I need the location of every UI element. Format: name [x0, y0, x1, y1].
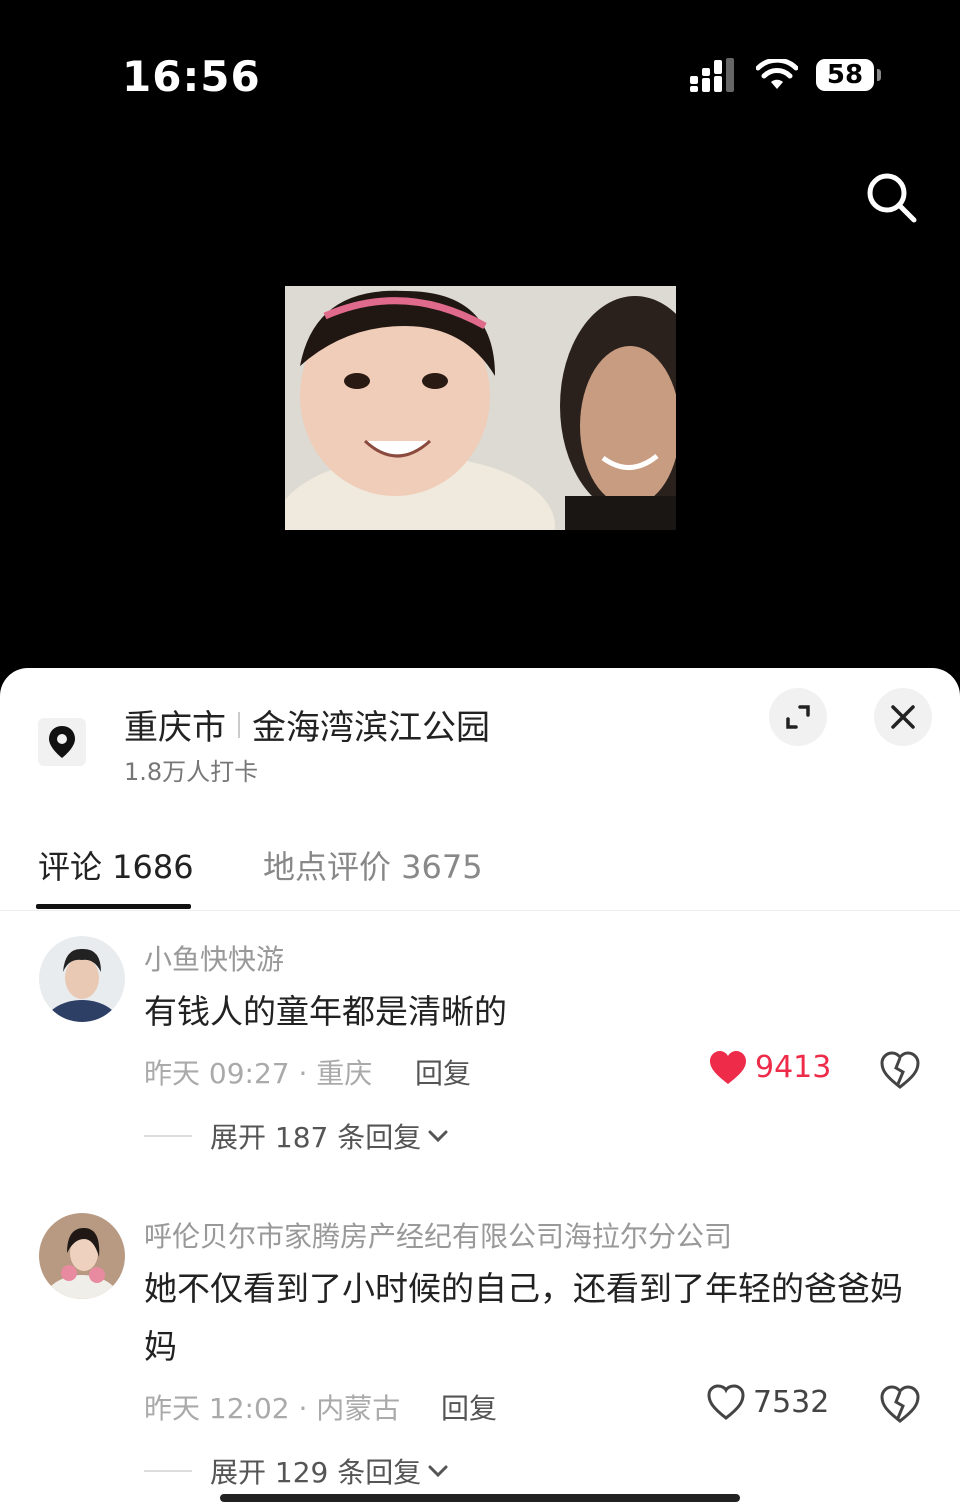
divider-line	[144, 1470, 192, 1472]
like-count: 7532	[753, 1384, 830, 1420]
divider-line	[144, 1135, 192, 1137]
video-thumbnail[interactable]	[285, 286, 676, 530]
search-icon[interactable]	[862, 168, 922, 228]
wifi-icon	[756, 59, 798, 89]
signal-icon	[690, 58, 734, 92]
expand-replies-label: 展开 187 条回复	[210, 1121, 422, 1154]
heart-icon	[707, 1384, 745, 1420]
comment-meta: 昨天 09:27 · 重庆	[144, 1057, 373, 1090]
tab-indicator	[36, 904, 191, 909]
reply-button[interactable]: 回复	[441, 1387, 497, 1427]
dislike-icon[interactable]	[880, 1384, 920, 1424]
tab-bar: 评论 1686 地点评价 3675	[0, 830, 960, 911]
location-place: 金海湾滨江公园	[252, 708, 490, 748]
comment-meta: 昨天 12:02 · 内蒙古	[144, 1392, 401, 1425]
dislike-icon[interactable]	[880, 1050, 920, 1090]
location-pin-icon	[38, 718, 86, 766]
avatar[interactable]	[39, 1213, 125, 1299]
comment-username[interactable]: 小鱼快快游	[144, 938, 284, 978]
tab-comments[interactable]: 评论 1686	[38, 842, 194, 888]
chevron-down-icon	[428, 1465, 448, 1478]
title-separator	[238, 711, 240, 738]
location-title[interactable]: 重庆市 金海湾滨江公园	[124, 700, 490, 749]
reply-button[interactable]: 回复	[415, 1052, 471, 1092]
status-time: 16:56	[122, 52, 261, 101]
expand-button[interactable]	[769, 688, 827, 746]
comment-text: 有钱人的童年都是清晰的	[144, 992, 507, 1031]
expand-replies-button[interactable]: 展开 129 条回复	[144, 1451, 449, 1491]
comment-username[interactable]: 呼伦贝尔市家腾房产经纪有限公司海拉尔分公司	[144, 1215, 732, 1255]
close-button[interactable]	[874, 688, 932, 746]
location-city: 重庆市	[124, 708, 226, 748]
like-button[interactable]: 7532	[707, 1384, 829, 1420]
expand-replies-button[interactable]: 展开 187 条回复	[144, 1116, 449, 1156]
video-area: 16:56 58	[0, 0, 960, 690]
home-indicator[interactable]	[220, 1494, 740, 1502]
comment-text: 她不仅看到了小时候的自己，还看到了年轻的爸爸妈妈	[144, 1269, 903, 1366]
expand-replies-label: 展开 129 条回复	[210, 1456, 422, 1489]
location-checkins: 1.8万人打卡	[124, 758, 259, 786]
close-icon	[891, 705, 915, 729]
like-button[interactable]: 9413	[709, 1050, 831, 1085]
expand-icon	[786, 705, 810, 729]
battery-icon: 58	[816, 59, 881, 91]
status-icons: 58	[690, 58, 881, 92]
heart-icon	[710, 1050, 746, 1084]
avatar[interactable]	[39, 936, 125, 1022]
like-count: 9413	[755, 1050, 832, 1085]
tab-place-reviews[interactable]: 地点评价 3675	[263, 842, 483, 888]
chevron-down-icon	[428, 1130, 448, 1143]
